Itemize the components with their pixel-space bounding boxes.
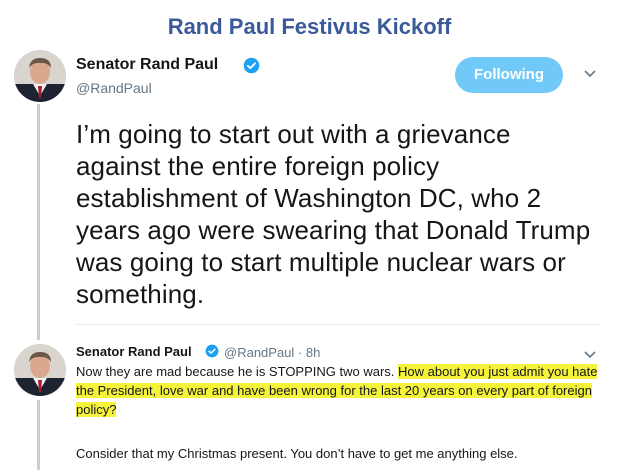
thread-line <box>37 104 40 340</box>
divider <box>76 324 599 325</box>
reply-text-second: Consider that my Christmas present. You … <box>76 446 518 461</box>
avatar[interactable] <box>14 344 66 396</box>
reply-text-plain: Now they are mad because he is STOPPING … <box>76 364 399 379</box>
author-handle[interactable]: @RandPaul <box>76 80 152 96</box>
page-title: Rand Paul Festivus Kickoff <box>167 14 452 39</box>
verified-badge-icon <box>243 57 260 74</box>
reply-author-name[interactable]: Senator Rand Paul <box>76 344 192 359</box>
verified-badge-icon <box>205 344 219 358</box>
reply-text: Now they are mad because he is STOPPING … <box>76 362 606 419</box>
chevron-down-icon[interactable] <box>583 68 597 80</box>
avatar[interactable] <box>14 50 66 102</box>
chevron-down-icon[interactable] <box>583 349 597 361</box>
tweet-text: I’m going to start out with a grievance … <box>76 119 591 309</box>
reply-meta[interactable]: @RandPaul · 8h <box>224 345 320 360</box>
following-button[interactable]: Following <box>455 57 563 93</box>
author-name[interactable]: Senator Rand Paul <box>76 56 218 74</box>
thread-line <box>37 400 40 470</box>
